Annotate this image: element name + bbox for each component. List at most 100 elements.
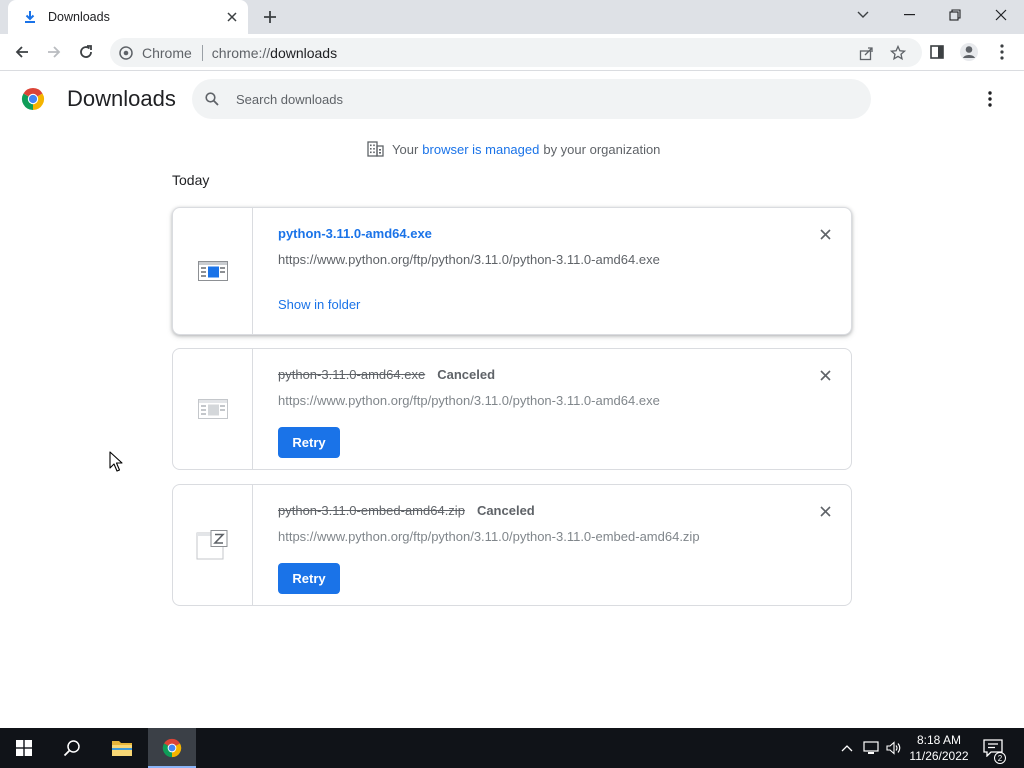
remove-download-button[interactable] — [817, 503, 833, 519]
managed-prefix: Your — [392, 141, 419, 157]
notification-count-badge: 2 — [994, 751, 1006, 764]
forward-button[interactable] — [41, 39, 67, 65]
file-source-url[interactable]: https://www.python.org/ftp/python/3.11.0… — [278, 393, 660, 408]
back-arrow-icon — [15, 46, 28, 58]
network-status-button[interactable] — [860, 728, 882, 768]
file-name: python-3.11.0-amd64.exe — [278, 367, 426, 382]
reload-icon — [80, 45, 92, 58]
chevron-up-icon — [841, 745, 853, 752]
status-canceled: Canceled — [476, 503, 535, 518]
close-icon — [819, 228, 831, 240]
exe-file-icon — [197, 261, 228, 281]
show-in-folder-link[interactable]: Show in folder — [278, 297, 360, 312]
more-vert-icon — [988, 91, 992, 107]
tab-title: Downloads — [48, 10, 110, 24]
file-name-row: python-3.11.0-amd64.exe Canceled — [278, 367, 495, 382]
file-icon-area — [173, 208, 253, 334]
retry-button[interactable]: Retry — [278, 427, 340, 458]
file-source-url[interactable]: https://www.python.org/ftp/python/3.11.0… — [278, 529, 700, 544]
close-window-button[interactable] — [978, 0, 1024, 30]
tab-search-button[interactable] — [840, 0, 886, 30]
share-icon[interactable] — [855, 42, 877, 64]
taskbar-chrome-button[interactable] — [148, 728, 196, 768]
search-downloads-box[interactable] — [192, 79, 871, 119]
chrome-icon — [162, 738, 182, 758]
building-icon — [366, 140, 384, 158]
file-icon-area — [173, 349, 253, 469]
clock-time: 8:18 AM — [916, 733, 962, 747]
side-panel-icon — [930, 45, 944, 59]
section-heading-today: Today — [172, 172, 210, 188]
search-icon — [63, 740, 80, 757]
mouse-pointer-icon — [109, 451, 123, 472]
zip-file-icon — [196, 530, 227, 560]
tab-close-icon[interactable] — [224, 9, 240, 25]
remove-download-button[interactable] — [817, 226, 833, 242]
plus-icon — [264, 11, 276, 23]
omnibox-chip: Chrome — [142, 44, 192, 61]
browser-menu-button[interactable] — [989, 39, 1015, 65]
downloads-header: Downloads — [0, 72, 1024, 128]
windows-taskbar: 8:18 AM 11/26/2022 — [0, 728, 1024, 768]
omnibox-divider — [201, 44, 203, 61]
download-card: python-3.11.0-embed-amd64.zip Canceled ht… — [172, 484, 852, 606]
exe-file-icon — [197, 399, 228, 419]
system-clock[interactable]: 8:18 AM 11/26/2022 — [906, 732, 972, 764]
new-tab-button[interactable] — [258, 5, 282, 29]
minimize-button[interactable] — [886, 0, 932, 30]
file-name: python-3.11.0-embed-amd64.zip — [278, 503, 465, 518]
clock-date: 11/26/2022 — [909, 749, 969, 763]
file-icon-area — [173, 485, 253, 605]
restore-button[interactable] — [932, 0, 978, 30]
search-input[interactable] — [236, 91, 836, 107]
start-button[interactable] — [0, 728, 48, 768]
bookmark-star-icon[interactable] — [887, 42, 909, 64]
more-vert-icon — [1000, 44, 1004, 60]
page-title: Downloads — [67, 86, 176, 111]
download-card: python-3.11.0-amd64.exe https://www.pyth… — [172, 207, 852, 335]
chevron-down-icon — [857, 11, 869, 18]
close-icon — [819, 505, 831, 517]
show-hidden-icons-button[interactable] — [838, 728, 856, 768]
download-card: python-3.11.0-amd64.exe Canceled https://… — [172, 348, 852, 470]
minimize-icon — [903, 14, 915, 16]
title-bar: Downloads — [0, 0, 1024, 34]
url-text[interactable]: chrome://downloads — [212, 45, 337, 61]
restore-icon — [949, 9, 961, 21]
notification-count: 2 — [998, 754, 1003, 763]
tab-downloads[interactable]: Downloads — [8, 0, 248, 34]
side-panel-button[interactable] — [924, 39, 950, 65]
windows-logo-icon — [16, 740, 32, 756]
managed-link[interactable]: browser is managed — [422, 142, 539, 157]
download-icon — [22, 9, 38, 25]
url-host: downloads — [270, 44, 338, 61]
browser-toolbar: Chrome chrome://downloads — [0, 34, 1024, 71]
url-scheme: chrome:// — [211, 44, 271, 61]
file-name-link[interactable]: python-3.11.0-amd64.exe — [278, 226, 432, 241]
address-bar[interactable]: Chrome chrome://downloads — [110, 38, 922, 67]
status-canceled: Canceled — [437, 367, 496, 382]
folder-icon — [112, 741, 132, 756]
file-source-url[interactable]: https://www.python.org/ftp/python/3.11.0… — [278, 252, 660, 267]
close-icon — [995, 9, 1007, 21]
taskbar-search-button[interactable] — [48, 728, 96, 768]
remove-download-button[interactable] — [817, 367, 833, 383]
reload-button[interactable] — [73, 39, 99, 65]
forward-arrow-icon — [48, 46, 61, 58]
file-name-row: python-3.11.0-embed-amd64.zip Canceled — [278, 503, 535, 518]
chrome-site-icon — [118, 45, 134, 61]
close-icon — [819, 369, 831, 381]
managed-suffix: by your organization — [543, 141, 661, 157]
search-icon — [204, 91, 220, 107]
file-explorer-button[interactable] — [98, 728, 146, 768]
speaker-icon — [886, 741, 901, 755]
avatar-icon — [960, 43, 978, 61]
profile-button[interactable] — [956, 39, 982, 65]
managed-notice: Your browser is managed by your organiza… — [366, 140, 660, 158]
back-button[interactable] — [9, 39, 35, 65]
volume-button[interactable] — [883, 728, 905, 768]
downloads-menu-button[interactable] — [978, 87, 1002, 111]
network-icon — [863, 741, 879, 754]
retry-button[interactable]: Retry — [278, 563, 340, 594]
chrome-logo-icon — [21, 88, 45, 110]
